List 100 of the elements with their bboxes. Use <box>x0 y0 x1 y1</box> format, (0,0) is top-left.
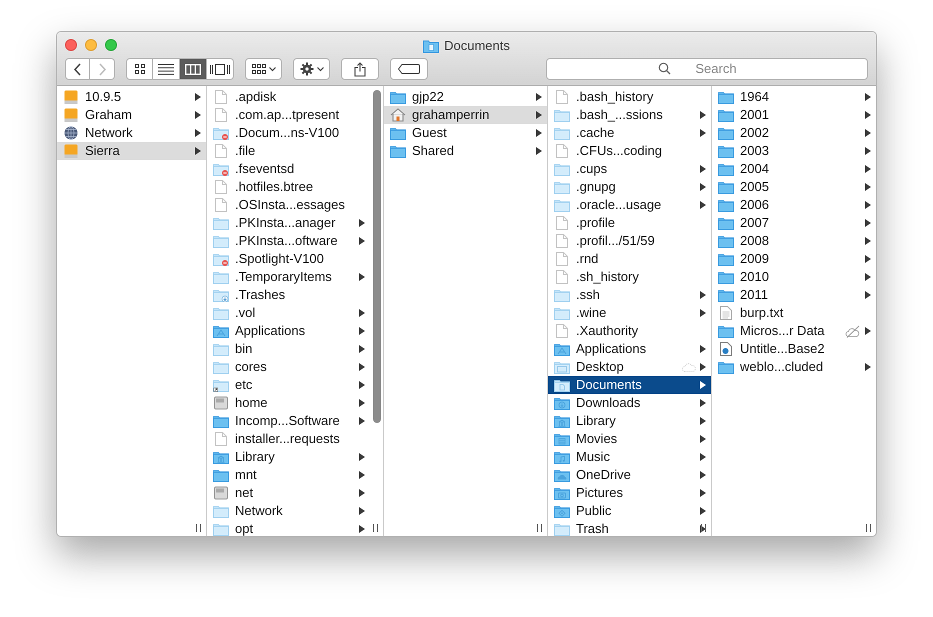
share-button[interactable] <box>341 58 379 80</box>
file-list-item[interactable]: etc <box>207 376 370 394</box>
file-list-item[interactable]: .Spotlight-V100 <box>207 250 370 268</box>
file-list-item[interactable]: .rnd <box>548 250 711 268</box>
file-list-item[interactable]: Public <box>548 502 711 520</box>
file-list-item[interactable]: .profile <box>548 214 711 232</box>
file-list-item[interactable]: bin <box>207 340 370 358</box>
file-list-item[interactable]: Guest <box>384 124 547 142</box>
resize-handle-icon[interactable] <box>196 524 201 532</box>
back-button[interactable] <box>65 58 90 80</box>
file-list-item[interactable]: .cache <box>548 124 711 142</box>
file-list-item[interactable]: .ssh <box>548 286 711 304</box>
back-icon <box>73 62 82 76</box>
file-list-item[interactable]: 2003 <box>712 142 876 160</box>
file-list-item[interactable]: .Trashes <box>207 286 370 304</box>
cloud-slash-icon <box>845 324 861 338</box>
search-field[interactable]: Search <box>546 58 868 80</box>
file-list-item[interactable]: Applications <box>548 340 711 358</box>
tag-icon <box>398 64 420 74</box>
file-list-item[interactable]: .profil.../51/59 <box>548 232 711 250</box>
file-list-item[interactable]: opt <box>207 520 370 536</box>
file-list-item[interactable]: Micros...r Data <box>712 322 876 340</box>
file-list-item[interactable]: .cups <box>548 160 711 178</box>
resize-handle-icon[interactable] <box>537 524 542 532</box>
file-list-item[interactable]: Incomp...Software <box>207 412 370 430</box>
file-list-item[interactable]: .Xauthority <box>548 322 711 340</box>
file-list-item[interactable]: 2009 <box>712 250 876 268</box>
folder-icon <box>718 180 734 194</box>
file-list-item[interactable]: .TemporaryItems <box>207 268 370 286</box>
file-list-item[interactable]: 2005 <box>712 178 876 196</box>
file-list-item[interactable]: Network <box>207 502 370 520</box>
file-icon <box>554 252 570 266</box>
view-mode-button[interactable] <box>153 58 180 80</box>
arrange-button[interactable] <box>245 58 282 80</box>
resize-handle-icon[interactable] <box>866 524 871 532</box>
file-list-item[interactable]: .gnupg <box>548 178 711 196</box>
file-list-item[interactable]: Network <box>57 124 206 142</box>
view-mode-button[interactable] <box>126 58 153 80</box>
scrollbar-thumb[interactable] <box>373 90 381 423</box>
action-button[interactable] <box>293 58 330 80</box>
file-list-item[interactable]: .sh_history <box>548 268 711 286</box>
file-list-item[interactable]: burp.txt <box>712 304 876 322</box>
file-list-item[interactable]: 10.9.5 <box>57 88 206 106</box>
file-list-item[interactable]: .apdisk <box>207 88 370 106</box>
file-list-item[interactable]: 2007 <box>712 214 876 232</box>
folder-icon <box>213 450 229 464</box>
file-list-item[interactable]: .Docum...ns-V100 <box>207 124 370 142</box>
file-list-item[interactable]: grahamperrin <box>384 106 547 124</box>
file-list-item[interactable]: Trash <box>548 520 711 536</box>
file-list-item[interactable]: Graham <box>57 106 206 124</box>
file-list-item[interactable]: 2001 <box>712 106 876 124</box>
file-list-item[interactable]: .com.ap...tpresent <box>207 106 370 124</box>
tags-button[interactable] <box>390 58 428 80</box>
file-list-item[interactable]: cores <box>207 358 370 376</box>
close-button[interactable] <box>65 38 77 50</box>
file-list-item[interactable]: 2006 <box>712 196 876 214</box>
file-list-item[interactable]: 1964 <box>712 88 876 106</box>
file-list-item[interactable]: 2004 <box>712 160 876 178</box>
file-list-item[interactable]: net <box>207 484 370 502</box>
file-list-item[interactable]: Documents <box>548 376 711 394</box>
file-list-item[interactable]: Desktop <box>548 358 711 376</box>
file-list-item[interactable]: .bash_...ssions <box>548 106 711 124</box>
file-list-item[interactable]: .file <box>207 142 370 160</box>
file-list-item[interactable]: 2011 <box>712 286 876 304</box>
file-list-item[interactable]: Library <box>207 448 370 466</box>
file-list-item[interactable]: .oracle...usage <box>548 196 711 214</box>
resize-handle-icon[interactable] <box>373 524 378 532</box>
file-list-item[interactable]: 2002 <box>712 124 876 142</box>
file-list-item[interactable]: 2008 <box>712 232 876 250</box>
view-mode-button[interactable] <box>180 58 207 80</box>
file-list-item[interactable]: Movies <box>548 430 711 448</box>
file-list-item[interactable]: Downloads <box>548 394 711 412</box>
zoom-button[interactable] <box>105 38 117 50</box>
file-icon <box>554 216 570 230</box>
file-list-item[interactable]: 2010 <box>712 268 876 286</box>
file-list-item[interactable]: .vol <box>207 304 370 322</box>
file-list-item[interactable]: gjp22 <box>384 88 547 106</box>
file-list-item[interactable]: Sierra <box>57 142 206 160</box>
file-list-item[interactable]: .wine <box>548 304 711 322</box>
file-list-item[interactable]: .fseventsd <box>207 160 370 178</box>
file-list-item[interactable]: .CFUs...coding <box>548 142 711 160</box>
file-list-item[interactable]: Shared <box>384 142 547 160</box>
file-list-item[interactable]: Music <box>548 448 711 466</box>
file-list-item[interactable]: Applications <box>207 322 370 340</box>
file-list-item[interactable]: Untitle...Base2 <box>712 340 876 358</box>
file-list-item[interactable]: .bash_history <box>548 88 711 106</box>
file-list-item[interactable]: installer...requests <box>207 430 370 448</box>
file-list-item[interactable]: .PKInsta...anager <box>207 214 370 232</box>
file-list-item[interactable]: home <box>207 394 370 412</box>
folder-icon <box>554 450 570 464</box>
file-list-item[interactable]: OneDrive <box>548 466 711 484</box>
file-list-item[interactable]: Pictures <box>548 484 711 502</box>
file-list-item[interactable]: weblo...cluded <box>712 358 876 376</box>
file-list-item[interactable]: .PKInsta...oftware <box>207 232 370 250</box>
folder-icon <box>213 234 229 248</box>
file-list-item[interactable]: .hotfiles.btree <box>207 178 370 196</box>
file-list-item[interactable]: .OSInsta...essages <box>207 196 370 214</box>
file-list-item[interactable]: Library <box>548 412 711 430</box>
file-list-item[interactable]: mnt <box>207 466 370 484</box>
view-mode-button[interactable] <box>207 58 234 80</box>
